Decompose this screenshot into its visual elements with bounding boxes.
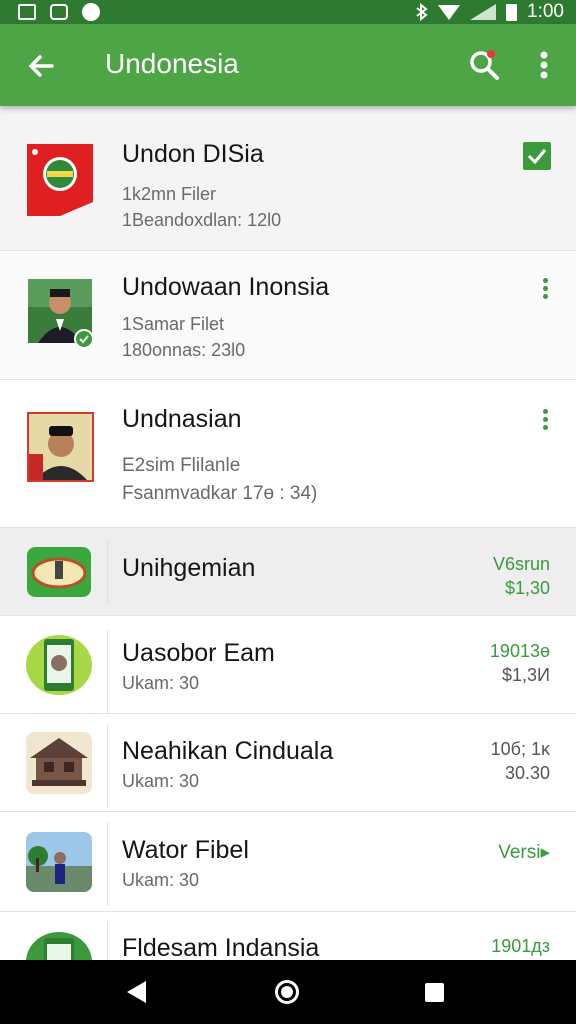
notification-icon bbox=[18, 4, 36, 20]
item-price: 30.30 bbox=[504, 763, 550, 783]
item-title: Undowaan Inonsia bbox=[122, 273, 330, 301]
column-divider bbox=[107, 540, 108, 604]
app-icon bbox=[26, 635, 92, 695]
wifi-icon bbox=[438, 4, 461, 20]
back-arrow-icon[interactable] bbox=[22, 46, 62, 86]
item-version: V6srun bbox=[492, 554, 550, 574]
nav-recents-icon[interactable] bbox=[425, 983, 444, 1002]
item-meta: Ukam: 30 bbox=[122, 673, 200, 693]
app-icon bbox=[26, 732, 92, 794]
photo-thumbnail bbox=[26, 832, 92, 892]
notification-icon bbox=[50, 4, 68, 20]
list-item[interactable]: Wator Fibel Ukam: 30 Versi▸ bbox=[0, 812, 576, 912]
column-divider bbox=[107, 922, 108, 960]
flag-thumbnail bbox=[27, 144, 93, 216]
nav-back-icon[interactable] bbox=[127, 981, 146, 1003]
item-price: $1,30 bbox=[504, 578, 550, 598]
list-item[interactable]: Uasobor Eam Ukam: 30 19013ө $1,3И bbox=[0, 616, 576, 714]
item-version: 19013ө bbox=[489, 641, 550, 661]
column-divider bbox=[107, 822, 108, 906]
status-time: 1:00 bbox=[527, 1, 564, 22]
item-subtitle: 1Samar Filet bbox=[122, 314, 225, 334]
item-meta: Fsanmvadkar 17ө : 34) bbox=[122, 483, 318, 504]
item-title: Wator Fibel bbox=[122, 836, 249, 864]
item-title: Uasobor Eam bbox=[122, 639, 275, 667]
portrait-thumbnail bbox=[27, 412, 94, 482]
signal-icon bbox=[470, 4, 497, 20]
more-vert-icon[interactable] bbox=[540, 278, 550, 300]
item-price: $1,3И bbox=[502, 665, 550, 685]
app-icon bbox=[27, 547, 91, 597]
app-bar: Undonesia bbox=[0, 24, 576, 106]
item-meta: Ukam: 30 bbox=[122, 870, 200, 890]
verified-badge-icon bbox=[74, 329, 94, 349]
item-subtitle: 1k2mn Filer bbox=[122, 184, 217, 204]
item-meta: Ukam: 30 bbox=[122, 771, 200, 791]
version-link[interactable]: Versi▸ bbox=[498, 841, 550, 864]
checkbox-checked-icon[interactable] bbox=[523, 142, 551, 170]
search-icon[interactable] bbox=[465, 46, 505, 86]
list-item[interactable]: Undnasian E2sim Flilanle Fsanmvadkar 17ө… bbox=[0, 380, 576, 528]
app-notification-icon bbox=[82, 3, 100, 21]
list-item[interactable]: Undon DISia 1k2mn Filer 1Beandoxdlan: 12… bbox=[0, 106, 576, 251]
page-title: Undonesia bbox=[105, 48, 239, 79]
list-item[interactable]: Unihgemian V6srun $1,30 bbox=[0, 528, 576, 616]
item-version: 1901дз bbox=[491, 936, 550, 956]
battery-icon bbox=[506, 3, 518, 21]
list-item[interactable]: Fldesam Indansia 1901дз bbox=[0, 912, 576, 960]
item-meta: 1Beandoxdlan: 12l0 bbox=[122, 210, 282, 230]
item-title: Undon DISia bbox=[122, 140, 264, 168]
more-vert-icon[interactable] bbox=[530, 46, 558, 86]
item-version: 10б; 1κ bbox=[490, 739, 550, 759]
item-title: Neahikan Cinduala bbox=[122, 737, 334, 765]
bluetooth-icon bbox=[416, 3, 428, 21]
list-item[interactable]: Neahikan Cinduala Ukam: 30 10б; 1κ 30.30 bbox=[0, 714, 576, 812]
column-divider bbox=[107, 724, 108, 808]
list-item[interactable]: Undowaan Inonsia 1Samar Filet 180onnas: … bbox=[0, 251, 576, 380]
item-meta: 180onnas: 23l0 bbox=[122, 340, 246, 360]
status-bar: 1:00 bbox=[0, 0, 576, 24]
item-title: Undnasian bbox=[122, 405, 242, 433]
more-vert-icon[interactable] bbox=[540, 409, 550, 431]
item-title: Fldesam Indansia bbox=[122, 934, 320, 960]
item-subtitle: E2sim Flilanle bbox=[122, 455, 241, 476]
item-title: Unihgemian bbox=[122, 554, 256, 582]
system-nav-bar bbox=[0, 960, 576, 1024]
nav-home-icon[interactable] bbox=[275, 980, 299, 1004]
app-icon bbox=[26, 932, 92, 960]
column-divider bbox=[107, 630, 108, 714]
